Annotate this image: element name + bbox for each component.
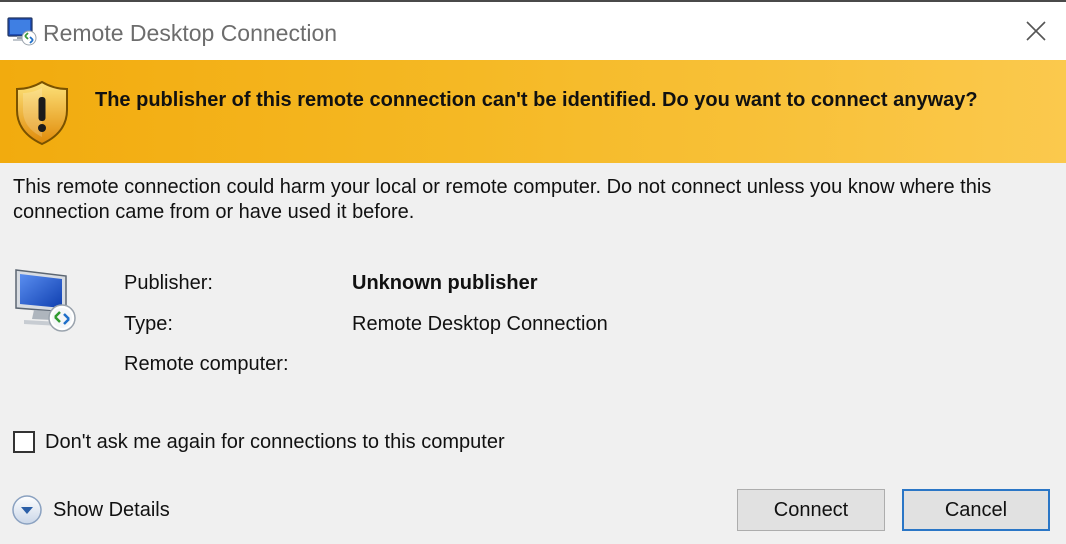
close-icon — [1026, 21, 1046, 41]
dont-ask-again-label: Don't ask me again for connections to th… — [45, 430, 505, 453]
remote-computer-label: Remote computer: — [124, 353, 289, 375]
type-label: Type: — [124, 313, 173, 335]
type-value: Remote Desktop Connection — [352, 313, 608, 335]
dont-ask-again-checkbox[interactable] — [13, 431, 35, 453]
chevron-down-icon — [12, 495, 42, 525]
rdp-dialog: Remote Desktop Connection The publisher … — [0, 0, 1066, 544]
publisher-value: Unknown publisher — [352, 272, 538, 294]
remote-desktop-icon — [7, 17, 37, 46]
window-title: Remote Desktop Connection — [43, 20, 338, 46]
warning-banner: The publisher of this remote connection … — [0, 60, 1066, 163]
computer-icon — [15, 269, 76, 332]
title-bar: Remote Desktop Connection — [0, 2, 1066, 60]
publisher-label: Publisher: — [124, 272, 213, 294]
cancel-button[interactable]: Cancel — [902, 489, 1050, 531]
dont-ask-again-option[interactable]: Don't ask me again for connections to th… — [13, 429, 505, 455]
banner-message: The publisher of this remote connection … — [95, 89, 978, 111]
close-button[interactable] — [1006, 6, 1066, 56]
show-details-label: Show Details — [53, 498, 170, 521]
warning-shield-icon — [16, 80, 68, 146]
warning-description: This remote connection could harm your l… — [13, 176, 992, 223]
connect-button[interactable]: Connect — [737, 489, 885, 531]
show-details-toggle[interactable]: Show Details — [11, 494, 170, 526]
